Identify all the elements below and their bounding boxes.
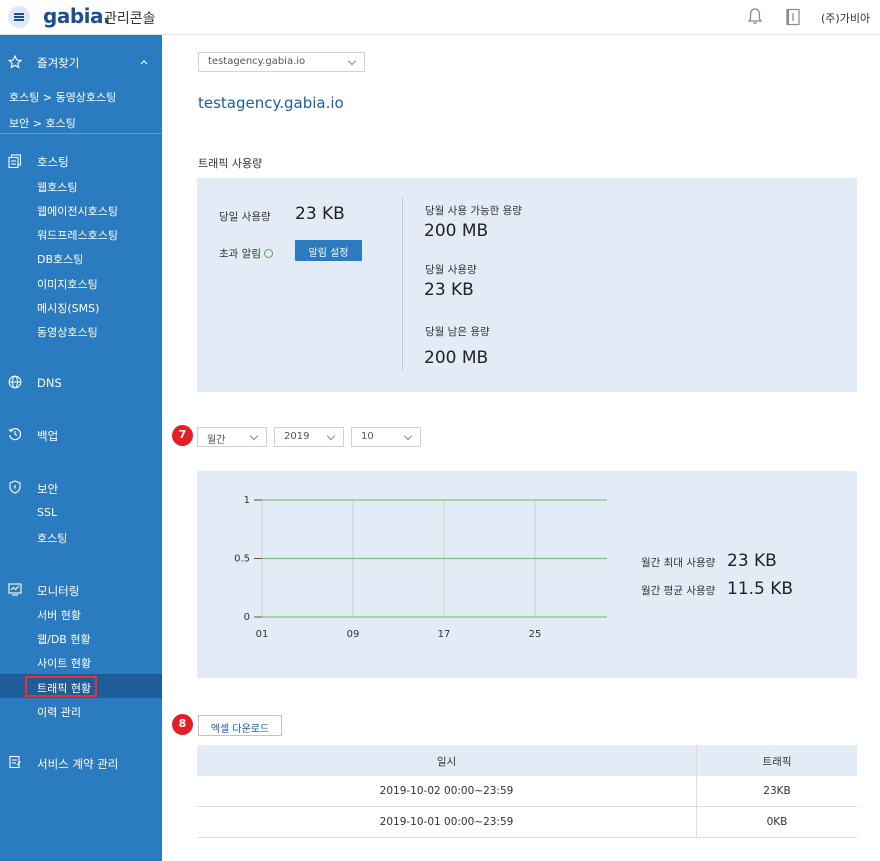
section-title: 트래픽 사용량 (198, 157, 263, 170)
month-used-label: 당월 사용량 (425, 264, 477, 276)
x-tick-label: 01 (256, 629, 269, 640)
chevron-up-icon[interactable] (139, 57, 149, 67)
domain-select-value: testagency.gabia.io (208, 56, 306, 67)
sidebar-item-wordpress-hosting[interactable]: 워드프레스호스팅 (37, 227, 118, 243)
year-select-value: 2019 (284, 431, 310, 442)
excel-download-button[interactable]: 엑셀 다운로드 (198, 715, 282, 736)
main-content: testagency.gabia.io testagency.gabia.io … (162, 35, 880, 861)
y-tick-label: 0 (244, 612, 250, 623)
monthly-avg-label: 월간 평균 사용량 (641, 585, 716, 597)
alert-label-wrap: 초과 알림 (219, 246, 273, 261)
globe-icon (8, 375, 22, 389)
year-select[interactable]: 2019 (274, 427, 344, 447)
available-value: 200 MB (424, 221, 489, 241)
table-cell-datetime: 2019-10-02 00:00~23:59 (197, 776, 697, 806)
console-title: 관리콘솔 (104, 11, 156, 27)
sidebar-favorites[interactable]: 즐겨찾기 (37, 55, 79, 71)
today-usage-value: 23 KB (295, 204, 345, 224)
sidebar-monitoring[interactable]: 모니터링 (37, 583, 79, 599)
monthly-avg-value: 11.5 KB (727, 579, 794, 599)
sidebar-hosting[interactable]: 호스팅 (37, 154, 69, 170)
active-item-outline (25, 676, 97, 697)
favorite-item-video-hosting[interactable]: 호스팅 > 동영상호스팅 (9, 89, 116, 105)
sidebar-item-image-hosting[interactable]: 이미지호스팅 (37, 276, 98, 292)
traffic-chart-panel: 01 09 17 25 1 0.5 0 월간 최대 사용량 23 KB 월간 평균 사용량 … (197, 471, 857, 678)
sidebar-item-ssl[interactable]: SSL (37, 506, 57, 519)
sidebar: 즐겨찾기 호스팅 > 동영상호스팅 보안 > 호스팅 호스팅 웹호스팅 웹에이전… (0, 35, 162, 861)
monthly-max-label: 월간 최대 사용량 (641, 557, 716, 569)
menu-icon[interactable] (8, 6, 30, 28)
y-tick-label: 1 (244, 495, 250, 506)
sidebar-dns[interactable]: DNS (37, 376, 62, 390)
company-menu[interactable]: (주)가비아 (821, 10, 870, 26)
domain-select[interactable]: testagency.gabia.io (198, 52, 365, 72)
table-row: 2019-10-02 00:00~23:59 23KB (197, 776, 857, 807)
favorite-item-security-hosting[interactable]: 보안 > 호스팅 (9, 115, 76, 131)
x-tick-label: 09 (347, 629, 360, 640)
chevron-down-icon (403, 431, 413, 441)
summary-divider (402, 198, 403, 370)
sidebar-item-server-status[interactable]: 서버 현황 (37, 607, 81, 623)
table-row: 2019-10-01 00:00~23:59 0KB (197, 807, 857, 838)
step-badge-8: 8 (172, 714, 193, 735)
traffic-line-chart: 01 09 17 25 1 0.5 0 (234, 495, 607, 640)
document-icon[interactable] (785, 8, 801, 26)
star-icon (8, 55, 22, 69)
table-header-row: 일시 트래픽 (197, 745, 857, 776)
today-usage-label: 당일 사용량 (219, 211, 271, 223)
period-select-value: 월간 (207, 435, 226, 446)
sidebar-item-webdb-status[interactable]: 웹/DB 현황 (37, 631, 91, 647)
available-label: 당월 사용 가능한 용량 (425, 205, 522, 217)
sidebar-security[interactable]: 보안 (37, 481, 58, 497)
month-used-value: 23 KB (424, 280, 474, 300)
top-bar: gabia. 관리콘솔 (주)가비아 (0, 0, 880, 35)
sidebar-item-video-hosting[interactable]: 동영상호스팅 (37, 324, 98, 340)
monthly-max-value: 23 KB (727, 551, 777, 571)
column-header-datetime: 일시 (197, 745, 697, 776)
x-tick-label: 17 (438, 629, 451, 640)
monitor-chart-icon (8, 583, 22, 596)
month-select[interactable]: 10 (351, 427, 421, 447)
sidebar-divider (0, 133, 162, 134)
sidebar-item-web-hosting[interactable]: 웹호스팅 (37, 179, 77, 195)
history-icon (8, 428, 22, 441)
shield-icon (9, 480, 21, 494)
sidebar-backup[interactable]: 백업 (37, 428, 58, 444)
remaining-label: 당월 남은 용량 (425, 326, 490, 338)
sidebar-item-agency-hosting[interactable]: 웹에이전시호스팅 (37, 203, 118, 219)
domain-title: testagency.gabia.io (198, 94, 344, 112)
y-tick-label: 0.5 (234, 554, 250, 565)
column-header-traffic: 트래픽 (762, 756, 792, 768)
month-select-value: 10 (361, 431, 374, 442)
alert-status-icon (263, 249, 273, 258)
traffic-table: 일시 트래픽 2019-10-02 00:00~23:59 23KB 2019-… (197, 745, 857, 838)
usage-summary-panel: 당일 사용량 23 KB 초과 알림 알림 설정 당월 사용 가능한 용량 20… (197, 178, 857, 392)
sidebar-item-sms[interactable]: 메시징(SMS) (37, 300, 99, 316)
sidebar-item-history[interactable]: 이력 관리 (37, 704, 81, 720)
remaining-value: 200 MB (424, 348, 489, 368)
chevron-down-icon (249, 431, 259, 441)
x-tick-label: 25 (529, 629, 542, 640)
sidebar-item-site-status[interactable]: 사이트 현황 (37, 655, 91, 671)
chevron-down-icon (326, 431, 336, 441)
sidebar-contract[interactable]: 서비스 계약 관리 (37, 756, 118, 772)
sidebar-item-db-hosting[interactable]: DB호스팅 (37, 251, 83, 267)
table-cell-datetime: 2019-10-01 00:00~23:59 (197, 807, 697, 837)
bell-icon[interactable] (747, 7, 763, 25)
chevron-down-icon (347, 56, 357, 66)
contract-icon (9, 755, 21, 769)
hosting-icon (8, 154, 22, 168)
alert-label: 초과 알림 (219, 248, 261, 260)
alert-settings-button[interactable]: 알림 설정 (295, 240, 362, 261)
table-cell-traffic: 0KB (766, 816, 788, 828)
table-cell-traffic: 23KB (763, 785, 791, 797)
gabia-logo[interactable]: gabia. (43, 4, 111, 28)
step-badge-7: 7 (172, 425, 193, 446)
period-select[interactable]: 월간 (197, 427, 267, 447)
sidebar-item-security-hosting[interactable]: 호스팅 (37, 530, 67, 546)
